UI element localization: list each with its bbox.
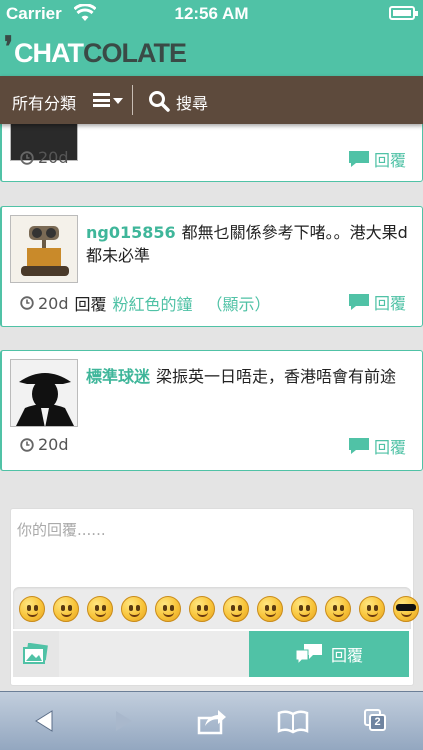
avatar[interactable]	[10, 215, 78, 283]
share-icon[interactable]	[196, 706, 228, 736]
menu-icon[interactable]	[93, 93, 110, 107]
reply-button[interactable]: 回覆	[348, 290, 406, 314]
tabs-count: 2	[369, 714, 386, 731]
nav-divider	[132, 85, 133, 115]
reply-input[interactable]: 你的回覆......	[17, 519, 106, 540]
emoji-icon[interactable]	[257, 596, 283, 622]
app-header: ❜CHATCOLATE	[0, 27, 423, 76]
reply-to-user[interactable]: 粉紅色的鐘	[113, 291, 193, 315]
emoji-icon[interactable]	[291, 596, 317, 622]
emoji-icon[interactable]	[189, 596, 215, 622]
comment-text: 標準球迷 梁振英一日唔走，香港唔會有前途	[86, 365, 410, 388]
clock-label: 12:56 AM	[174, 4, 249, 23]
emoji-icon[interactable]	[87, 596, 113, 622]
reply-button[interactable]: 回覆	[348, 434, 406, 458]
reply-to-label: 回覆	[74, 295, 107, 314]
bookmarks-icon[interactable]	[277, 706, 309, 736]
comment-meta: 20d	[20, 148, 69, 167]
image-icon	[23, 643, 48, 664]
category-bar: 所有分類 搜尋	[0, 76, 423, 124]
comment-time: 20d	[38, 293, 69, 313]
comment-card: 20d 回覆	[0, 124, 423, 182]
app-logo[interactable]: ❜CHATCOLATE	[4, 31, 187, 69]
comment-list[interactable]: 20d 回覆 ng015856 都無乜關係參考下啫。。港大果d都未必準 20d 回…	[0, 124, 423, 500]
comment-card: 標準球迷 梁振英一日唔走，香港唔會有前途 20d 回覆	[0, 350, 423, 471]
robot-avatar-image	[11, 216, 77, 282]
emoji-icon[interactable]	[19, 596, 45, 622]
emoji-icon[interactable]	[393, 596, 419, 622]
chat-bubble-icon	[348, 438, 369, 454]
show-parent-link[interactable]: （顯示）	[207, 291, 271, 315]
status-bar: Carrier 12:56 AM	[0, 0, 423, 27]
emoji-icon[interactable]	[325, 596, 351, 622]
quote-icon: ❜	[4, 31, 13, 62]
chat-bubble-icon	[348, 294, 369, 310]
search-button[interactable]: 搜尋	[176, 90, 208, 114]
comment-card: ng015856 都無乜關係參考下啫。。港大果d都未必準 20d 回覆 粉紅色的鐘…	[0, 206, 423, 327]
composer-panel: 你的回覆...... 回覆	[10, 508, 419, 686]
comment-username[interactable]: 標準球迷	[86, 367, 150, 386]
comment-time: 20d	[38, 148, 69, 167]
clock-icon	[20, 296, 34, 310]
clock-icon	[20, 437, 34, 452]
comment-body: 梁振英一日唔走，香港唔會有前途	[156, 367, 397, 386]
comment-username[interactable]: ng015856	[86, 223, 176, 242]
chat-bubble-icon	[348, 151, 369, 167]
comment-text: ng015856 都無乜關係參考下啫。。港大果d都未必準	[86, 221, 410, 267]
silhouette-avatar-image	[11, 360, 77, 426]
tabs-button[interactable]: 2	[360, 706, 392, 736]
comment-meta: 20d 回覆 粉紅色的鐘 （顯示）	[20, 291, 271, 315]
composer-spacer	[59, 631, 249, 677]
avatar[interactable]	[10, 359, 78, 427]
send-reply-button[interactable]: 回覆	[249, 631, 409, 677]
emoji-picker	[13, 587, 419, 629]
clock-icon	[20, 150, 34, 165]
emoji-icon[interactable]	[121, 596, 147, 622]
battery-icon	[389, 6, 418, 20]
reply-composer: 你的回覆...... 回覆	[0, 500, 423, 691]
category-dropdown-label[interactable]: 所有分類	[12, 90, 76, 114]
back-arrow-icon[interactable]	[28, 706, 60, 736]
emoji-icon[interactable]	[359, 596, 385, 622]
emoji-icon[interactable]	[53, 596, 79, 622]
comment-time: 20d	[38, 435, 69, 454]
browser-toolbar: 2	[0, 691, 423, 750]
chat-bubbles-icon	[295, 644, 322, 665]
attach-image-button[interactable]	[13, 631, 59, 677]
emoji-icon[interactable]	[223, 596, 249, 622]
chevron-down-icon[interactable]	[113, 98, 123, 104]
emoji-icon[interactable]	[155, 596, 181, 622]
search-icon[interactable]	[148, 90, 170, 112]
comment-meta: 20d	[20, 435, 69, 454]
reply-button[interactable]: 回覆	[348, 147, 406, 171]
forward-arrow-icon[interactable]	[108, 706, 140, 736]
